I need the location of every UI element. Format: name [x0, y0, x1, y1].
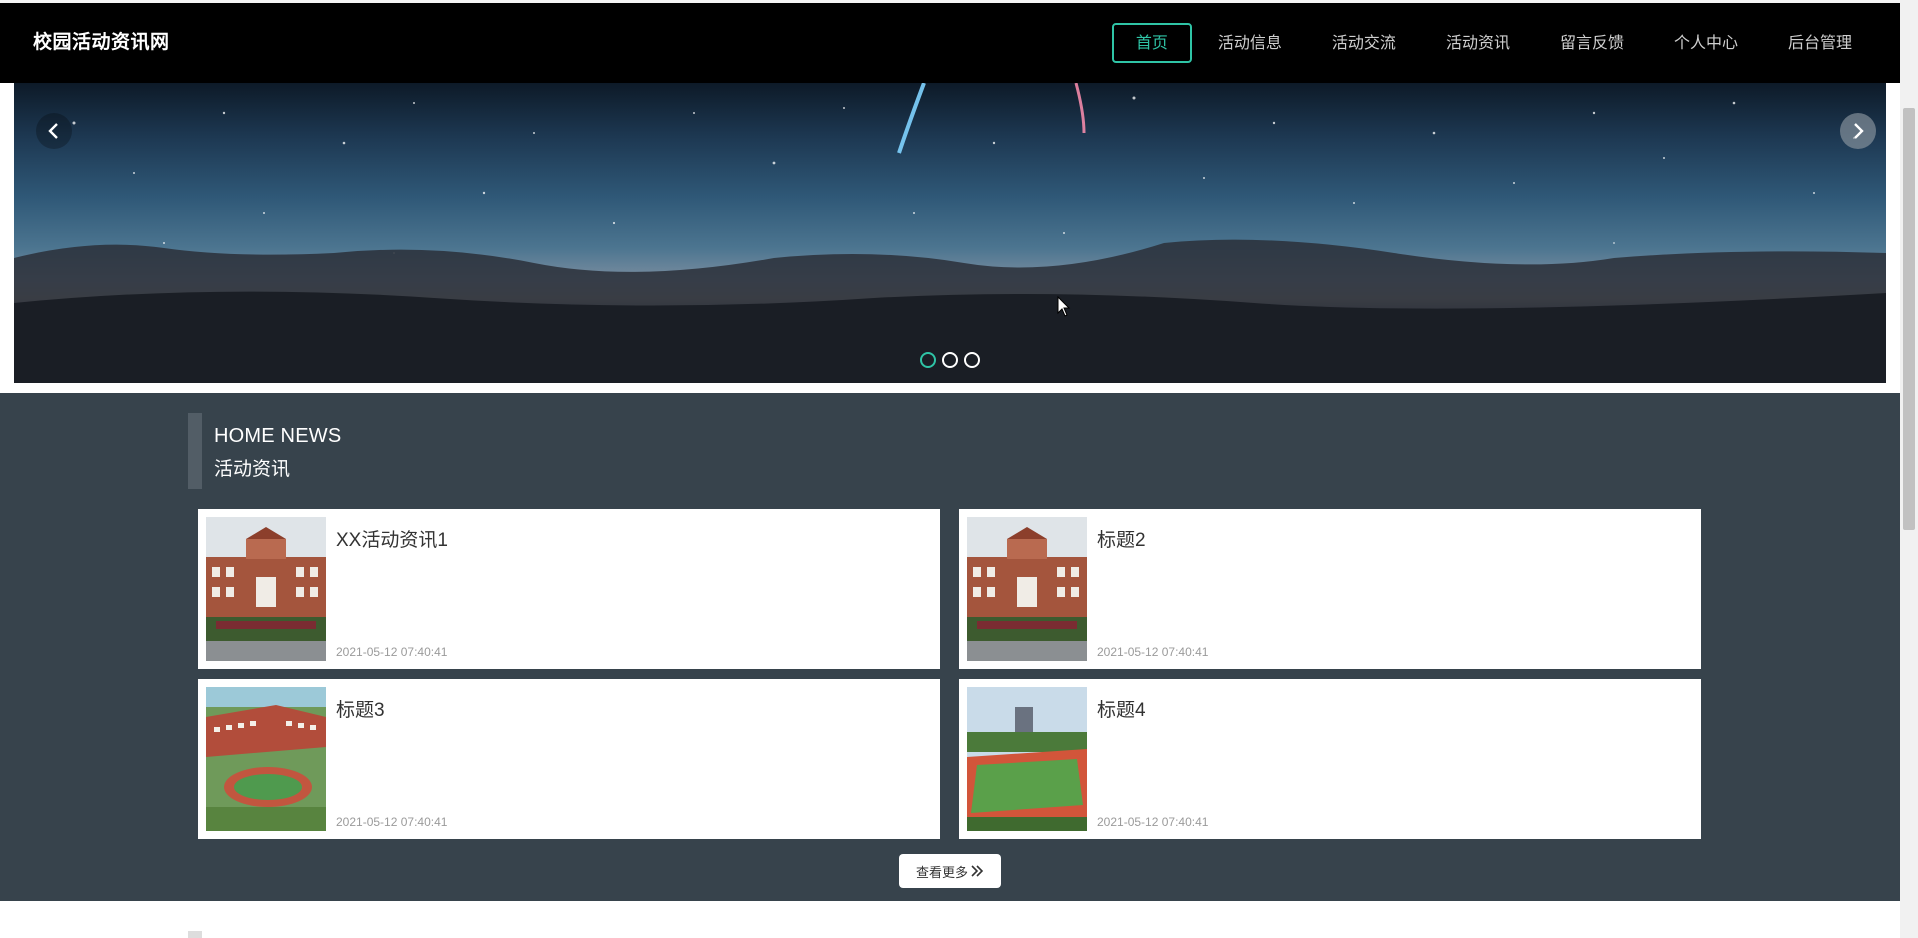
news-title[interactable]: 标题4 — [1097, 695, 1146, 722]
nav-item-home[interactable]: 首页 — [1111, 23, 1192, 63]
news-card[interactable]: XX活动资讯1 2021-05-12 07:40:41 — [198, 509, 940, 669]
news-title[interactable]: XX活动资讯1 — [336, 525, 448, 552]
news-date: 2021-05-12 07:40:41 — [336, 645, 448, 659]
nav-item-user-center[interactable]: 个人中心 — [1650, 23, 1762, 63]
news-date: 2021-05-12 07:40:41 — [336, 815, 448, 829]
news-date: 2021-05-12 07:40:41 — [1097, 645, 1209, 659]
chevron-left-icon — [48, 123, 58, 139]
main-nav: 首页 活动信息 活动交流 活动资讯 留言反馈 个人中心 后台管理 — [1110, 23, 1876, 63]
chevron-right-icon — [1854, 123, 1864, 139]
scrollbar-thumb[interactable] — [1903, 108, 1915, 530]
carousel-prev-button[interactable] — [36, 113, 72, 149]
news-card[interactable]: 标题3 2021-05-12 07:40:41 — [198, 679, 940, 839]
news-card[interactable]: 标题2 2021-05-12 07:40:41 — [959, 509, 1701, 669]
mouse-cursor-icon — [1057, 296, 1071, 317]
nav-item-admin[interactable]: 后台管理 — [1764, 23, 1876, 63]
news-thumbnail — [967, 687, 1087, 831]
section-title-en: HOME NEWS — [214, 425, 342, 447]
banner-image — [14, 83, 1886, 383]
nav-item-activity-info[interactable]: 活动信息 — [1194, 23, 1306, 63]
section-title-cn: 活动资讯 — [214, 459, 291, 480]
page: 校园活动资讯网 首页 活动信息 活动交流 活动资讯 留言反馈 个人中心 后台管理 — [0, 0, 1918, 938]
next-section-accent-bar — [188, 931, 202, 938]
carousel-indicators — [920, 352, 980, 368]
carousel-next-button[interactable] — [1840, 113, 1876, 149]
news-date: 2021-05-12 07:40:41 — [1097, 815, 1209, 829]
news-card[interactable]: 标题4 2021-05-12 07:40:41 — [959, 679, 1701, 839]
navbar: 校园活动资讯网 首页 活动信息 活动交流 活动资讯 留言反馈 个人中心 后台管理 — [0, 3, 1900, 83]
news-title[interactable]: 标题2 — [1097, 525, 1146, 552]
nav-item-activity-exchange[interactable]: 活动交流 — [1308, 23, 1420, 63]
news-title[interactable]: 标题3 — [336, 695, 385, 722]
nav-item-activity-news[interactable]: 活动资讯 — [1422, 23, 1534, 63]
view-more-button[interactable]: 查看更多 — [899, 854, 1001, 888]
news-thumbnail — [967, 517, 1087, 661]
carousel-dot-2[interactable] — [942, 352, 958, 368]
news-thumbnail — [206, 687, 326, 831]
nav-item-feedback[interactable]: 留言反馈 — [1536, 23, 1648, 63]
double-chevron-right-icon — [971, 865, 984, 877]
news-thumbnail — [206, 517, 326, 661]
carousel-dot-1[interactable] — [920, 352, 936, 368]
site-title[interactable]: 校园活动资讯网 — [33, 3, 170, 83]
section-accent-bar — [188, 413, 202, 489]
carousel-dot-3[interactable] — [964, 352, 980, 368]
banner-carousel[interactable] — [14, 83, 1886, 383]
page-scrollbar[interactable] — [1900, 0, 1918, 938]
home-news-section: HOME NEWS 活动资讯 XX活动资讯1 2021-05-12 07:40:… — [0, 393, 1900, 901]
view-more-label: 查看更多 — [915, 864, 968, 880]
